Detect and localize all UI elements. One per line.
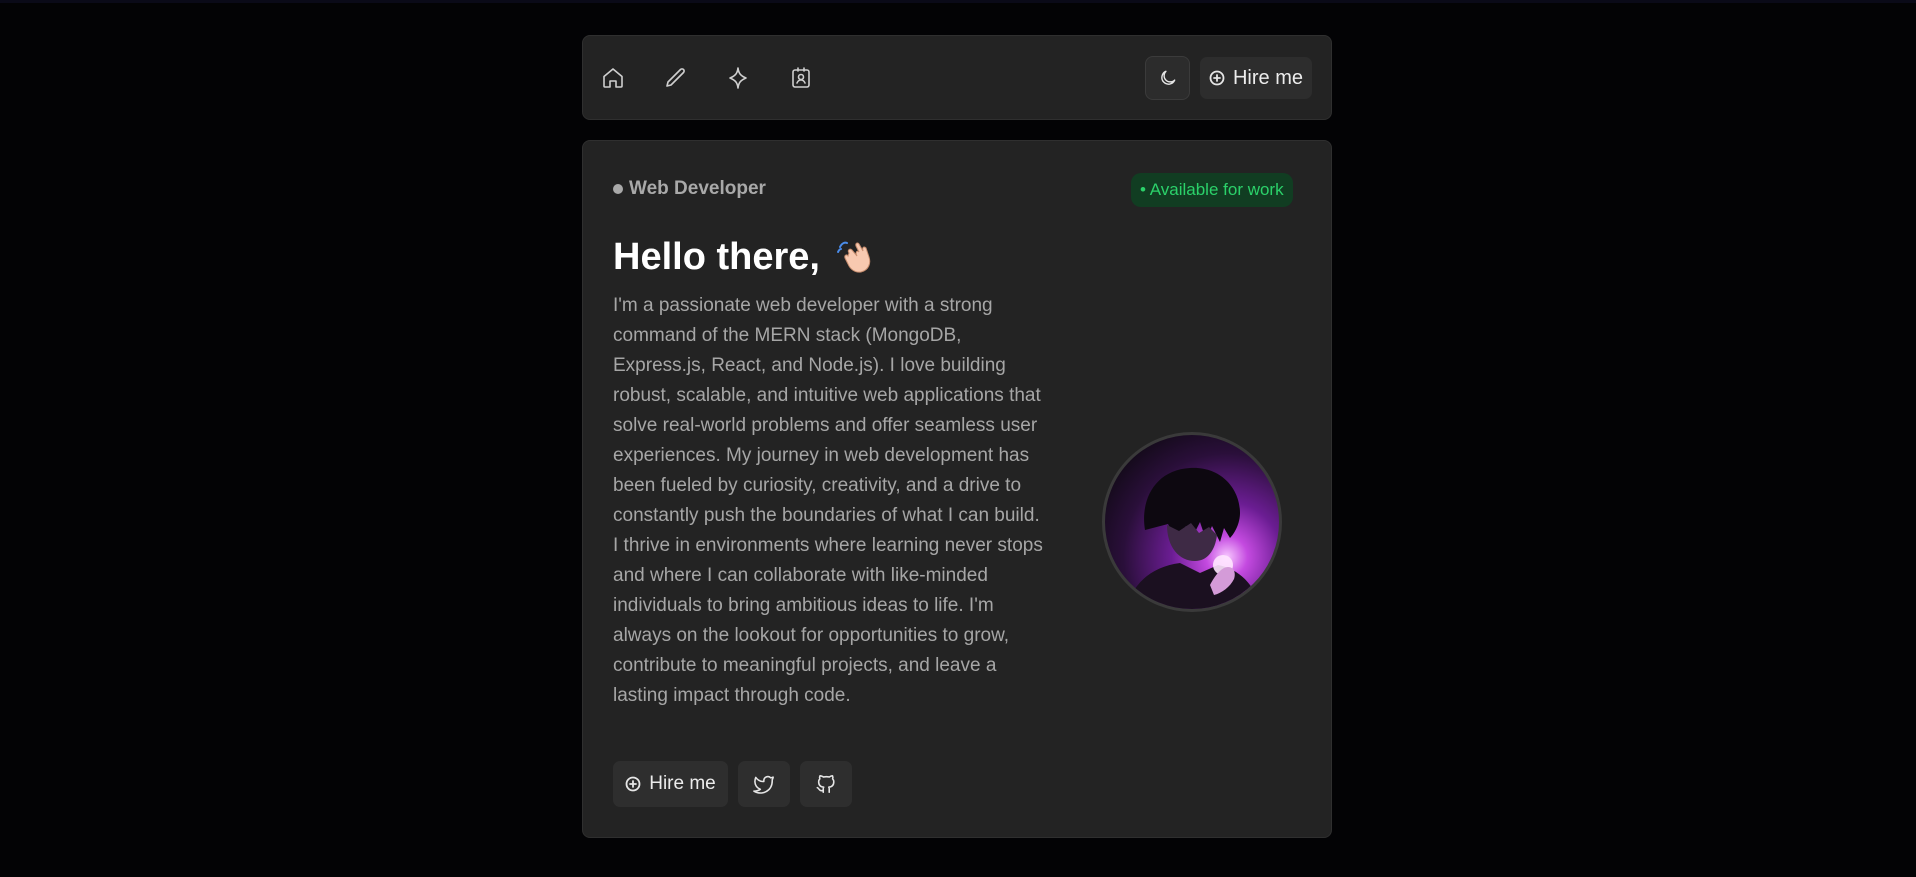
hire-me-button[interactable]: Hire me (613, 761, 728, 807)
profile-avatar (1102, 432, 1282, 612)
top-border (0, 0, 1916, 3)
twitter-icon (753, 775, 774, 794)
github-icon (816, 775, 835, 794)
availability-badge: • Available for work (1131, 173, 1293, 207)
avatar-illustration (1126, 467, 1261, 609)
twitter-button[interactable] (738, 761, 790, 807)
plus-circle-icon (1209, 70, 1225, 86)
top-navbar: Hire me (582, 35, 1332, 120)
moon-icon (1160, 70, 1175, 85)
role-text: Web Developer (629, 178, 766, 199)
sparkle-icon[interactable] (722, 62, 754, 94)
waving-hand-icon (836, 241, 871, 273)
hero-actions: Hire me (613, 761, 852, 807)
hire-me-nav-button[interactable]: Hire me (1200, 57, 1312, 99)
bio-paragraph: I'm a passionate web developer with a st… (613, 295, 1043, 706)
heading-text: Hello there, (613, 236, 820, 278)
hero-card: Web Developer • Available for work Hello… (582, 140, 1332, 838)
hire-me-nav-label: Hire me (1232, 66, 1303, 89)
hero-heading: Hello there, (613, 236, 876, 279)
pencil-icon[interactable] (660, 62, 692, 94)
contact-card-icon[interactable] (785, 62, 817, 94)
github-button[interactable] (800, 761, 852, 807)
home-icon[interactable] (597, 62, 629, 94)
role-label: Web Developer (613, 178, 766, 200)
plus-circle-icon (625, 776, 641, 792)
theme-toggle-button[interactable] (1145, 56, 1190, 100)
hire-me-label: Hire me (649, 773, 716, 794)
role-dot-icon (613, 184, 623, 194)
